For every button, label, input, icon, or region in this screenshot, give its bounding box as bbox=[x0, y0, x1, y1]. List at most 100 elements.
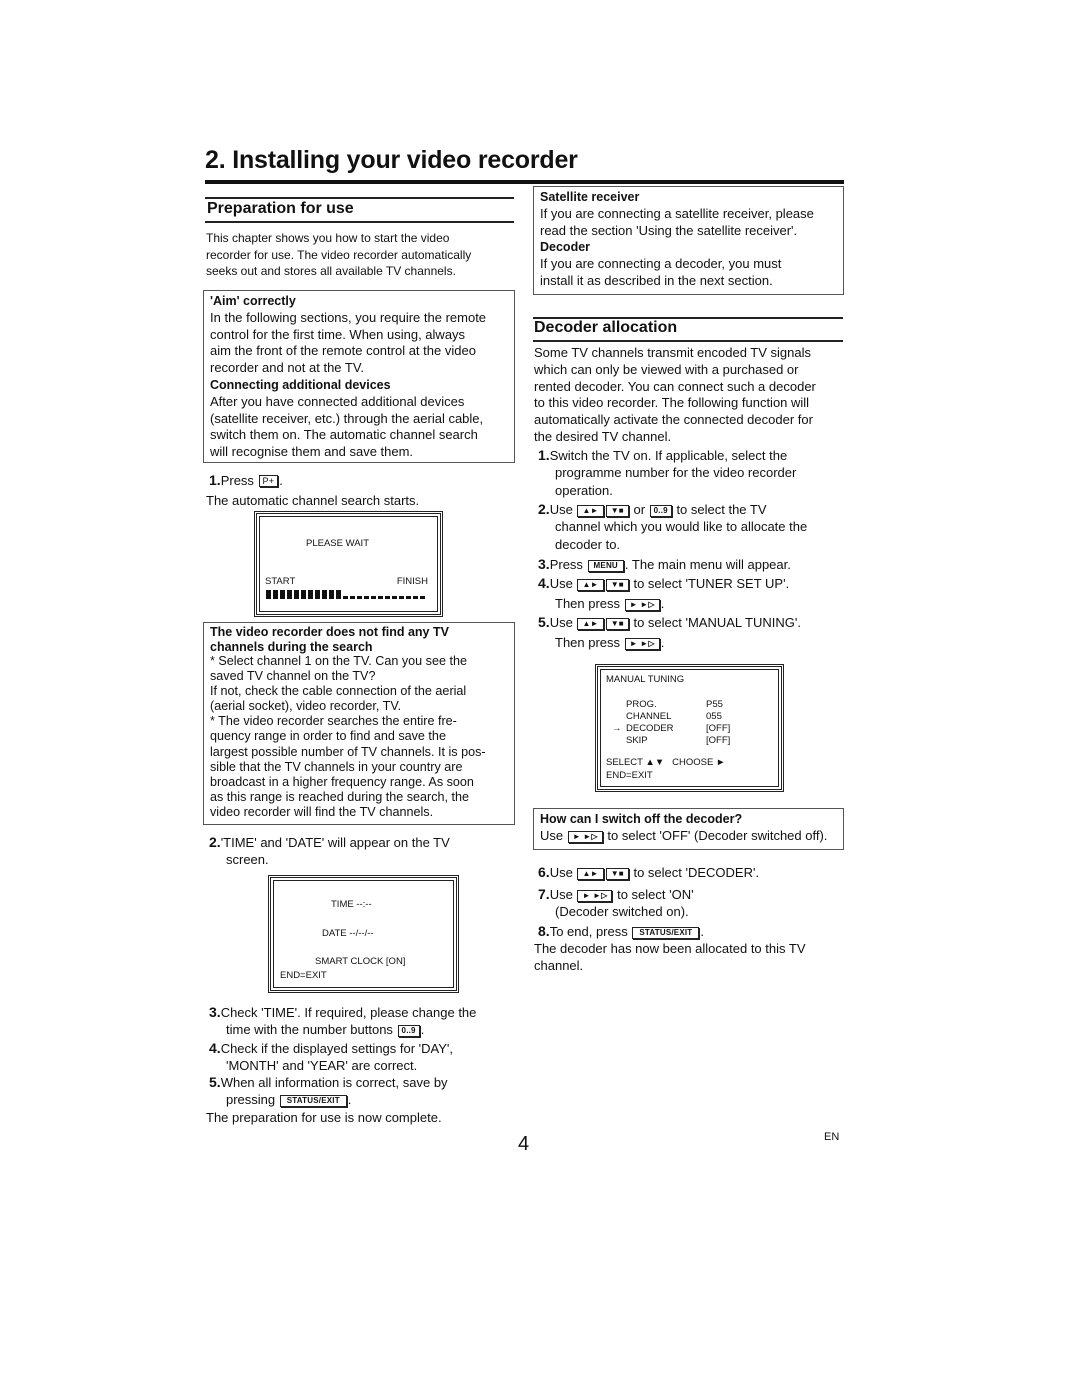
decoder-info-text: If you are connecting a decoder, you mus… bbox=[540, 256, 782, 272]
osd-pointer-arrow-icon: → bbox=[612, 723, 622, 734]
section-rule-top bbox=[205, 197, 514, 199]
up-play-key: ▲► bbox=[577, 579, 604, 591]
down-stop-key: ▼■ bbox=[605, 505, 629, 517]
satellite-heading: Satellite receiver bbox=[540, 190, 640, 204]
osd-end-exit: END=EXIT bbox=[280, 970, 327, 981]
progress-segment-filled bbox=[329, 590, 334, 599]
osd-end-exit: END=EXIT bbox=[606, 770, 653, 781]
progress-segment-filled bbox=[308, 590, 313, 599]
no-channels-box: The video recorder does not find any TV … bbox=[203, 622, 515, 825]
progress-segment-filled bbox=[336, 590, 341, 599]
step-number: 2. bbox=[209, 834, 221, 850]
progress-segment-filled bbox=[266, 590, 271, 599]
step-number: 3. bbox=[209, 1004, 221, 1020]
no-channels-line: broadcast in a higher frequency range. A… bbox=[210, 774, 474, 789]
intro-line: to this video recorder. The following fu… bbox=[534, 395, 810, 411]
section-rule-bottom bbox=[533, 340, 843, 342]
osd-row-value: 055 bbox=[706, 711, 722, 722]
intro-line: seeks out and stores all available TV ch… bbox=[206, 264, 456, 278]
decoder-step-8: 8.To end, press STATUS/EXIT. bbox=[538, 923, 704, 940]
step-text: . bbox=[660, 596, 665, 612]
start-label: START bbox=[265, 576, 296, 587]
decoder-final: The decoder has now been allocated to th… bbox=[534, 941, 806, 975]
osd-select-hint: SELECT ▲▼ bbox=[606, 757, 665, 768]
prep-step-5: 5.When all information is correct, save … bbox=[209, 1074, 448, 1109]
devices-text: (satellite receiver, etc.) through the a… bbox=[210, 410, 484, 426]
prep-step-4: 4.Check if the displayed settings for 'D… bbox=[209, 1040, 453, 1075]
progress-segment-empty bbox=[350, 596, 355, 599]
progress-segment-empty bbox=[413, 596, 418, 599]
step-text: to select the TV bbox=[676, 502, 767, 517]
no-channels-line: largest possible number of TV channels. … bbox=[210, 744, 486, 759]
prep-step-2: 2.'TIME' and 'DATE' will appear on the T… bbox=[209, 834, 450, 869]
no-channels-heading: channels during the search bbox=[210, 639, 373, 654]
preparation-intro: This chapter shows you how to start the … bbox=[206, 230, 516, 280]
step-number: 2. bbox=[538, 501, 550, 517]
step-text: channel which you would like to allocate… bbox=[555, 519, 808, 535]
step-number: 6. bbox=[538, 864, 550, 880]
step-text: 'MONTH' and 'YEAR' are correct. bbox=[226, 1058, 418, 1074]
satellite-text: read the section 'Using the satellite re… bbox=[540, 222, 798, 238]
step-text: Use bbox=[549, 615, 573, 630]
section-rule-bottom bbox=[205, 221, 514, 223]
up-play-key: ▲► bbox=[577, 618, 604, 630]
no-channels-line: video recorder will find the TV channels… bbox=[210, 804, 434, 819]
decoder-allocation-heading: Decoder allocation bbox=[534, 319, 678, 336]
no-channels-heading: The video recorder does not find any TV bbox=[210, 625, 449, 639]
progress-segment-filled bbox=[287, 590, 292, 599]
prep-step-1: 1.Press P+. bbox=[209, 472, 283, 489]
down-stop-key: ▼■ bbox=[605, 868, 629, 880]
step-text: . bbox=[347, 1092, 352, 1108]
devices-text: will recognise them and save them. bbox=[210, 444, 414, 460]
page-number: 4 bbox=[518, 1133, 530, 1155]
decoder-step-6: 6.Use ▲► ▼■ to select 'DECODER'. bbox=[538, 864, 759, 881]
up-play-key: ▲► bbox=[577, 505, 604, 517]
step-text: to select 'ON' bbox=[617, 887, 694, 902]
step-text: 'TIME' and 'DATE' will appear on the TV bbox=[220, 835, 450, 850]
step-text: (Decoder switched on). bbox=[555, 904, 689, 920]
step-text: Use bbox=[549, 576, 573, 591]
step-number: 3. bbox=[538, 556, 550, 572]
page-title: 2. Installing your video recorder bbox=[205, 146, 578, 174]
final-line: channel. bbox=[534, 957, 584, 973]
step-text: Switch the TV on. If applicable, select … bbox=[549, 448, 788, 463]
p-plus-key: P+ bbox=[258, 475, 279, 487]
step-number: 4. bbox=[538, 575, 550, 591]
osd-row-label: DECODER bbox=[626, 723, 674, 734]
step-number: 8. bbox=[538, 923, 550, 939]
progress-segment-empty bbox=[371, 596, 376, 599]
aim-correctly-box: 'Aim' correctly In the following section… bbox=[203, 290, 515, 463]
progress-segment-filled bbox=[322, 590, 327, 599]
step-text: Press bbox=[549, 557, 583, 572]
step-text: to select 'DECODER'. bbox=[633, 865, 760, 880]
aim-text: aim the front of the remote control at t… bbox=[210, 343, 476, 359]
osd-row-value: P55 bbox=[706, 699, 723, 710]
time-date-osd-screen: TIME --:-- DATE --/--/-- SMART CLOCK [ON… bbox=[268, 875, 459, 993]
osd-smart-clock: SMART CLOCK [ON] bbox=[315, 956, 406, 967]
osd-choose-hint: CHOOSE ► bbox=[672, 757, 726, 768]
progress-segment-filled bbox=[294, 590, 299, 599]
step-text: or bbox=[633, 502, 646, 517]
progress-segment-empty bbox=[399, 596, 404, 599]
intro-line: recorder for use. The video recorder aut… bbox=[206, 247, 472, 262]
progress-segment-empty bbox=[392, 596, 397, 599]
switch-off-text: to select 'OFF' (Decoder switched off). bbox=[607, 827, 828, 843]
step-text: . The main menu will appear. bbox=[624, 557, 791, 572]
step-text: Press bbox=[220, 473, 254, 488]
osd-row-label: PROG. bbox=[626, 699, 657, 710]
forward-key: ► ►▷ bbox=[567, 830, 603, 843]
step-number: 1. bbox=[209, 472, 221, 488]
down-stop-key: ▼■ bbox=[605, 618, 629, 630]
devices-heading: Connecting additional devices bbox=[210, 377, 391, 392]
progress-segment-empty bbox=[343, 596, 348, 599]
step-number: 5. bbox=[209, 1074, 221, 1090]
aim-text: recorder and not at the TV. bbox=[210, 360, 364, 376]
intro-line: This chapter shows you how to start the … bbox=[206, 231, 450, 245]
search-osd-screen: PLEASE WAIT START FINISH bbox=[254, 511, 443, 617]
search-progress-bar bbox=[266, 590, 425, 599]
progress-segment-empty bbox=[385, 596, 390, 599]
step-number: 7. bbox=[538, 886, 550, 902]
step-text: to select 'TUNER SET UP'. bbox=[633, 576, 790, 591]
language-code: EN bbox=[824, 1131, 840, 1143]
no-channels-line: sible that the TV channels in your count… bbox=[210, 759, 463, 774]
